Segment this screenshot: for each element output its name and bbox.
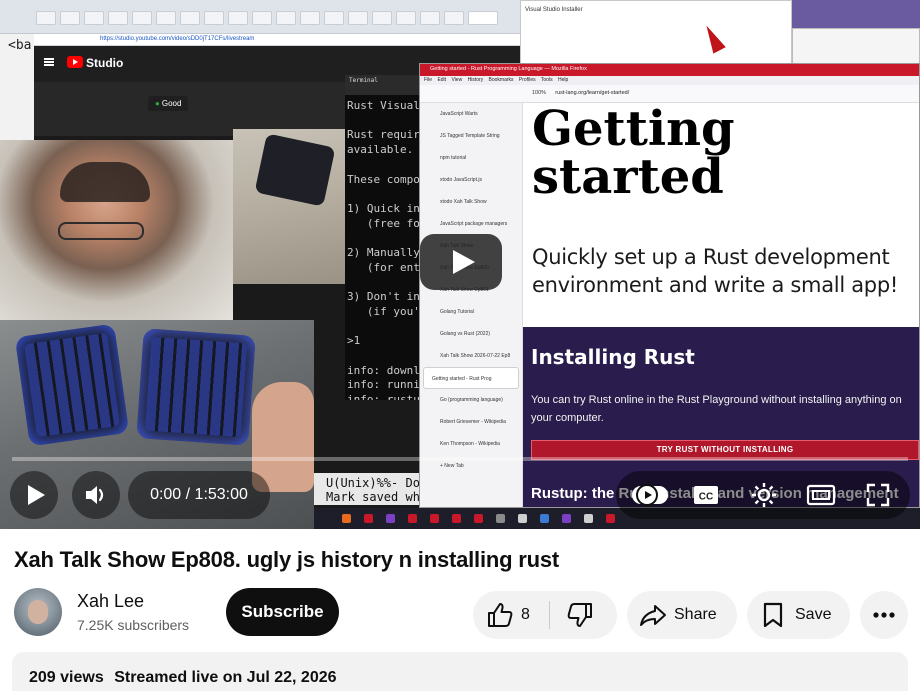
firefox-tab-item: Go (programming language) xyxy=(440,397,503,403)
video-metadata: 209 views Streamed live on Jul 22, 2026 xyxy=(29,669,343,687)
youtube-logo-icon xyxy=(67,56,83,68)
terminal-output: Rust Visual Rust require available. Thes… xyxy=(347,99,425,400)
menu-icon xyxy=(44,58,54,66)
stream-date: Streamed live on Jul 22, 2026 xyxy=(114,669,337,686)
thumb-down-icon xyxy=(567,603,592,627)
keyboard-right-half xyxy=(136,328,256,446)
firefox-vertical-tabs: JavaScript Warts JS Tagged Template Strin… xyxy=(420,103,523,507)
video-title: Xah Talk Show Ep808. ugly js history n i… xyxy=(14,547,560,572)
more-horizontal-icon xyxy=(873,612,895,618)
time-display: 0:00 / 1:53:00 xyxy=(128,471,270,519)
firefox-tab-item: JavaScript package managers xyxy=(440,221,508,227)
bookmark-icon xyxy=(763,602,783,628)
firefox-tab-item: xtodo Xah Talk Show xyxy=(440,199,487,205)
like-count: 8 xyxy=(521,606,530,623)
video-frame-terminal: Terminal Rust Visual Rust require availa… xyxy=(345,75,425,400)
video-frame-code-snippet: <ba xyxy=(8,38,32,53)
firefox-tab-item: Golang vs Rust (2022) xyxy=(440,331,491,337)
stream-health-badge: Good xyxy=(148,96,189,111)
view-count: 209 views xyxy=(29,669,104,686)
fullscreen-icon[interactable] xyxy=(865,482,891,508)
studio-label: Studio xyxy=(86,56,124,70)
firefox-tab-item: Ken Thompson - Wikipedia xyxy=(440,441,500,447)
volume-button[interactable] xyxy=(72,471,120,519)
rust-page-subtitle: Quickly set up a Rust development enviro… xyxy=(532,245,898,297)
share-arrow-icon xyxy=(640,605,666,626)
firefox-tab-item: xtodo JavaScript.js xyxy=(440,177,482,183)
progress-bar[interactable] xyxy=(12,457,908,461)
firefox-tab-item: Robert Griesemer - Wikipedia xyxy=(440,419,506,425)
like-button[interactable] xyxy=(473,591,549,639)
center-play-button[interactable] xyxy=(420,234,502,290)
firefox-tab-item: Getting started - Rust Prog xyxy=(423,367,519,389)
rust-page-heading: Getting started xyxy=(532,101,735,205)
firefox-tab-item: Golang Tutorial xyxy=(440,309,474,315)
rust-page: Getting started Quickly set up a Rust de… xyxy=(523,101,919,507)
theater-mode-icon[interactable] xyxy=(806,483,836,507)
video-player[interactable]: https://studio.youtube.com/video/sDD0jT1… xyxy=(0,0,920,529)
svg-text:CC: CC xyxy=(699,492,713,503)
play-button[interactable] xyxy=(10,471,58,519)
firefox-tab-item: JavaScript Warts xyxy=(440,111,478,117)
volume-icon xyxy=(86,486,104,504)
keyboard-left-half xyxy=(14,323,130,447)
firefox-tab-item: Xah Talk Show 2026-07-22 Ep8 xyxy=(440,353,511,359)
dislike-button[interactable] xyxy=(550,591,617,639)
firefox-tab-item: JS Tagged Template String xyxy=(440,133,500,139)
firefox-tab-item: npm tutorial xyxy=(440,155,467,161)
channel-avatar[interactable] xyxy=(14,588,62,636)
glasses-icon xyxy=(58,222,144,240)
cc-icon[interactable]: CC xyxy=(692,483,720,507)
video-frame-vs-installer: Visual Studio Installer xyxy=(520,0,792,64)
installing-rust-text: You can try Rust online in the Rust Play… xyxy=(531,394,902,424)
subscriber-count: 7.25K subscribers xyxy=(77,617,190,633)
installing-rust-heading: Installing Rust xyxy=(531,345,695,369)
thumb-up-icon xyxy=(488,603,513,627)
channel-name[interactable]: Xah Lee xyxy=(77,591,144,612)
more-actions-button[interactable] xyxy=(860,591,908,639)
autoplay-toggle-icon xyxy=(636,484,658,506)
video-frame-url: https://studio.youtube.com/video/sDD0jT1… xyxy=(34,34,520,46)
subscribe-button[interactable]: Subscribe xyxy=(226,588,339,636)
share-label: Share xyxy=(674,606,717,623)
gear-icon[interactable] xyxy=(749,481,779,509)
save-label: Save xyxy=(795,606,832,623)
video-frame-emacs-modeline: U(Unix)%%- Do Mark saved whe xyxy=(314,473,424,505)
